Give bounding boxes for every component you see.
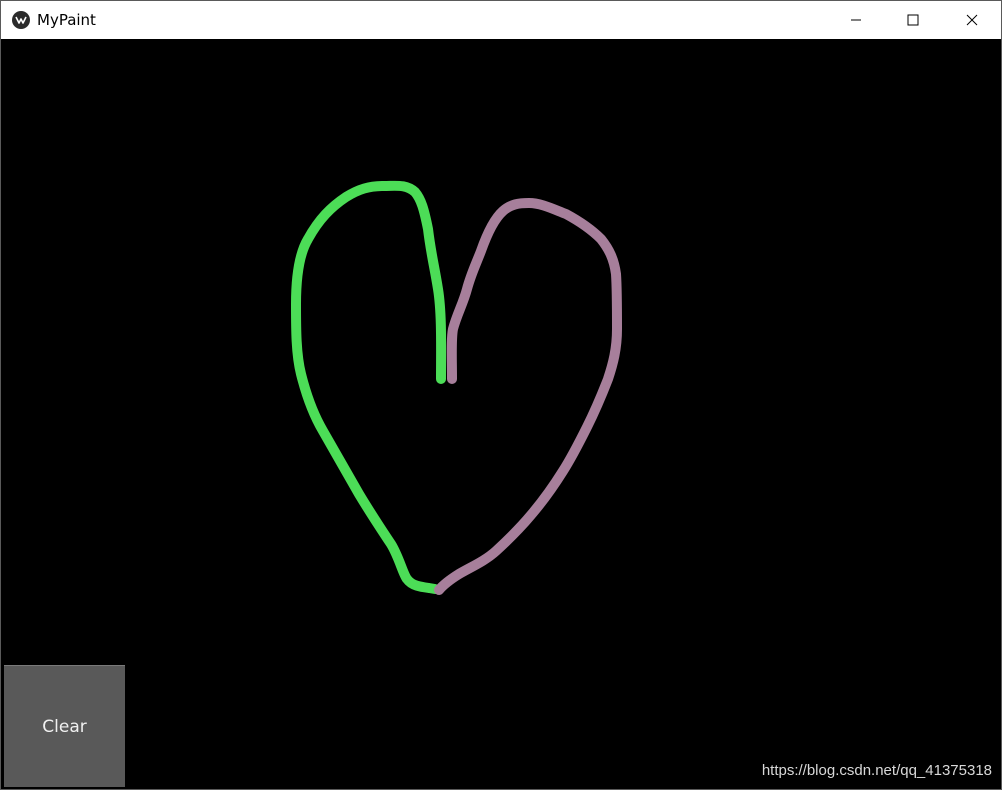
- app-window: MyPaint Clear https://blog.csdn.net/qq_4…: [0, 0, 1002, 790]
- mauve-stroke: [434, 198, 622, 595]
- maximize-button[interactable]: [884, 1, 942, 39]
- green-stroke: [291, 180, 447, 594]
- title-bar[interactable]: MyPaint: [1, 1, 1001, 39]
- paint-canvas[interactable]: Clear https://blog.csdn.net/qq_41375318: [1, 39, 1001, 789]
- drawing-surface: [291, 180, 622, 595]
- close-button[interactable]: [943, 1, 1001, 39]
- kivy-app-icon: [12, 11, 30, 29]
- watermark-url: https://blog.csdn.net/qq_41375318: [761, 762, 992, 779]
- minimize-icon: [850, 14, 862, 26]
- close-icon: [966, 14, 978, 26]
- window-title: MyPaint: [37, 11, 96, 29]
- minimize-button[interactable]: [827, 1, 885, 39]
- clear-button[interactable]: Clear: [4, 665, 125, 787]
- maximize-icon: [907, 14, 919, 26]
